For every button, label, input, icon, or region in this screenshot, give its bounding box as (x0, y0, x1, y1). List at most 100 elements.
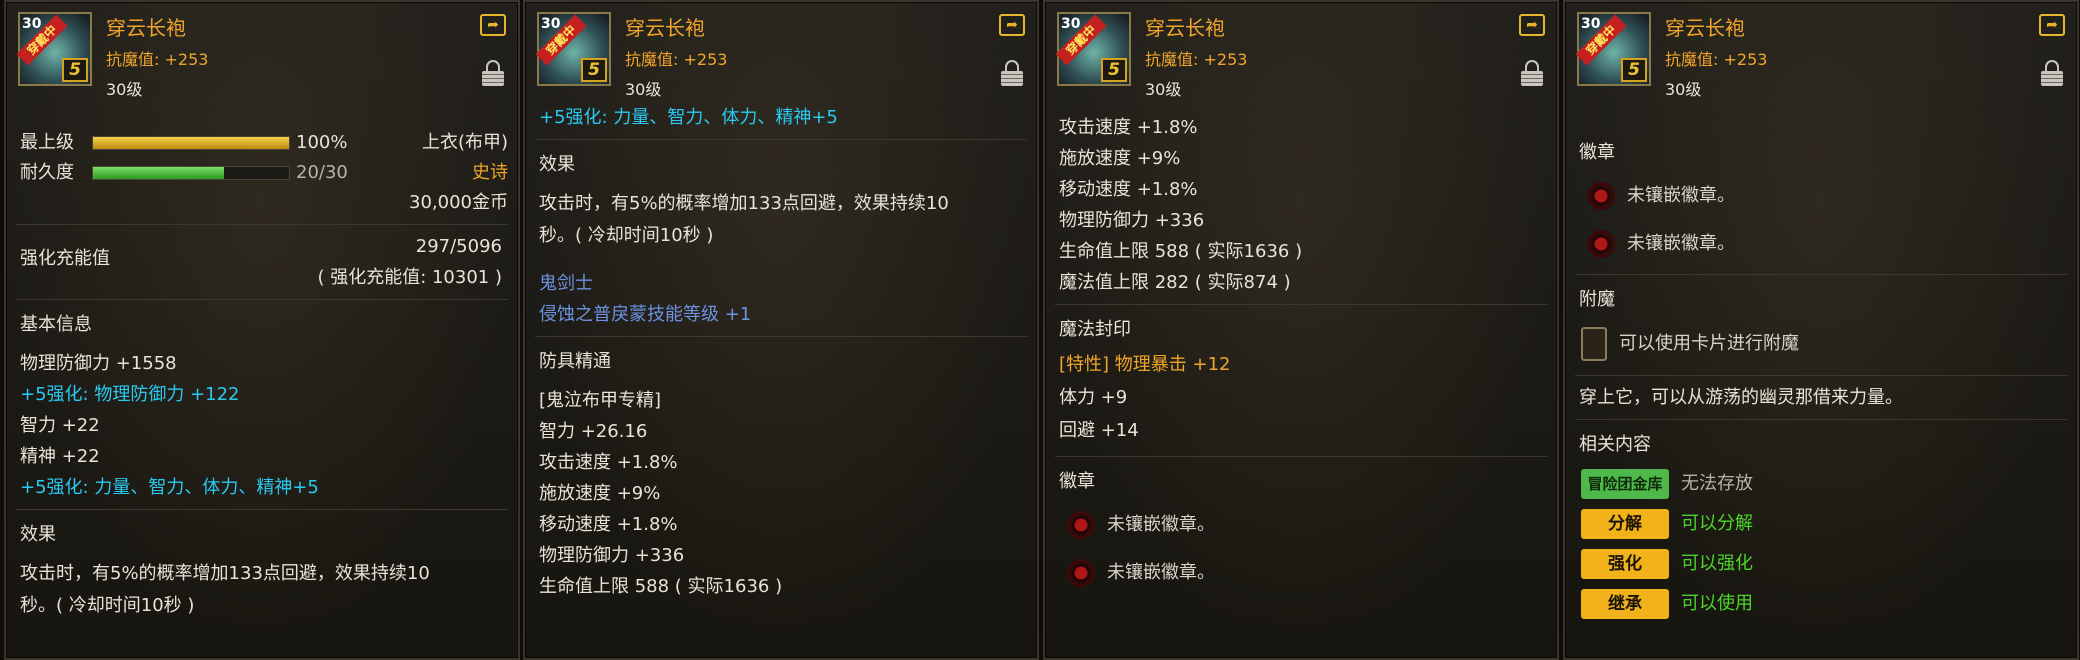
share-icon[interactable]: ➦ (999, 14, 1025, 36)
mastery-stat-line: 生命值上限 588 ( 实际1636 ) (539, 576, 783, 597)
item-icon[interactable]: 30 穿戴中 5 (1055, 12, 1131, 86)
card-slot-icon[interactable] (1581, 327, 1607, 361)
mastery-stat-line: 攻击速度 +1.8% (1059, 117, 1198, 138)
item-name: 穿云长袍 (106, 16, 186, 40)
related-status: 可以使用 (1681, 593, 1753, 614)
emblem-slot-row: 未镶嵌徽章。 (1583, 220, 2067, 268)
mastery-stat-line: 攻击速度 +1.8% (539, 452, 678, 473)
item-name: 穿云长袍 (625, 16, 705, 40)
emblem-slot-icon[interactable] (1587, 230, 1615, 258)
item-icon[interactable]: 30 穿戴中 5 (16, 12, 92, 86)
lock-icon[interactable] (1521, 60, 1543, 86)
related-row: 继承 可以使用 (1575, 584, 2067, 624)
share-icon[interactable]: ➦ (2039, 14, 2065, 36)
durability-value: 20/30 (296, 162, 348, 183)
share-icon[interactable]: ➦ (1519, 14, 1545, 36)
related-tag-button[interactable]: 继承 (1581, 589, 1669, 619)
emblem-slot-row: 未镶嵌徽章。 (1583, 172, 2067, 220)
emblem-slot-text: 未镶嵌徽章。 (1627, 185, 1735, 206)
grade-percent: 100% (296, 132, 348, 153)
mastery-stat-line: 移动速度 +1.8% (1059, 179, 1198, 200)
item-resist: 抗魔值: +253 (1665, 50, 1768, 69)
flavor-text: 穿上它，可以从游荡的幽灵那借来力量。 (1579, 387, 1903, 408)
emblem-list: 未镶嵌徽章。 未镶嵌徽章。 (1575, 172, 2067, 268)
lock-icon[interactable] (1001, 60, 1023, 86)
related-row: 分解 可以分解 (1575, 504, 2067, 544)
charge-value: 297/5096 (415, 236, 502, 257)
emblem-title: 徽章 (1059, 471, 1095, 492)
item-price: 30,000金币 (409, 192, 508, 213)
skill-bonus-line: 侵蚀之普戾蒙技能等级 +1 (539, 304, 752, 325)
armor-mastery-list: [鬼泣布甲专精] 智力 +26.16 攻击速度 +1.8% 施放速度 +9% 移动速度 … (535, 385, 1027, 602)
item-resist: 抗魔值: +253 (1145, 50, 1248, 69)
mastery-stats-list: 攻击速度 +1.8% 施放速度 +9% 移动速度 +1.8% 物理防御力 +336 生命… (1055, 112, 1547, 298)
related-tag-button[interactable]: 冒险团金库 (1581, 469, 1669, 499)
mastery-stat-line: 施放速度 +9% (1059, 148, 1181, 169)
enchant-title: 附魔 (1579, 289, 1615, 310)
effect-title: 效果 (20, 524, 56, 545)
item-tooltip-panel-4: 30 穿戴中 5 穿云长袍 抗魔值: +253 30级 ➦ 徽章 未镶嵌徽章。未… (1563, 0, 2079, 660)
durability-label: 耐久度 (20, 162, 74, 183)
armor-mastery-title: 防具精通 (539, 351, 611, 372)
grade-row: 最上级 100% 上衣(布甲) (16, 128, 508, 158)
basic-info-list: 物理防御力 +1558 +5强化: 物理防御力 +122 智力 +22 精神 +22 +… (16, 348, 508, 503)
divider (16, 224, 508, 225)
related-tag-button[interactable]: 分解 (1581, 509, 1669, 539)
price-row: 30,000金币 (16, 188, 508, 218)
effect-text: 攻击时，有5%的概率增加133点回避，效果持续10秒。( 冷却时间10秒 ) (20, 563, 430, 616)
item-tooltip-panel-2: 30 穿戴中 5 穿云长袍 抗魔值: +253 30级 ➦ +5强化: 力量、智… (523, 0, 1039, 660)
item-icon-level: 30 (541, 16, 561, 32)
related-tag-button[interactable]: 强化 (1581, 549, 1669, 579)
divider (1575, 375, 2067, 376)
emblem-slot-icon[interactable] (1587, 182, 1615, 210)
enchant-text: 可以使用卡片进行附魔 (1619, 333, 1799, 354)
divider (535, 336, 1027, 337)
emblem-slot-row: 未镶嵌徽章。 (1063, 549, 1547, 597)
mastery-stat-line: 智力 +26.16 (539, 421, 648, 442)
basic-info-title: 基本信息 (20, 314, 92, 335)
basic-stat-line: +5强化: 物理防御力 +122 (20, 384, 240, 405)
related-status: 可以强化 (1681, 553, 1753, 574)
related-status: 无法存放 (1681, 473, 1753, 494)
emblem-slot-icon[interactable] (1067, 511, 1095, 539)
lock-icon[interactable] (2041, 60, 2063, 86)
emblem-slot-text: 未镶嵌徽章。 (1107, 562, 1215, 583)
item-header: 30 穿戴中 5 穿云长袍 抗魔值: +253 30级 ➦ (1565, 2, 2077, 99)
related-row: 强化 可以强化 (1575, 544, 2067, 584)
item-level: 30级 (1665, 80, 1702, 99)
basic-stat-line: 智力 +22 (20, 415, 100, 436)
divider (1575, 419, 2067, 420)
related-list: 冒险团金库 无法存放 分解 可以分解 强化 可以强化 继承 可以使用 (1575, 464, 2067, 624)
item-header: 30 穿戴中 5 穿云长袍 抗魔值: +253 30级 ➦ (1045, 2, 1557, 99)
charge-note-row: ( 强化充能值: 10301 ) (16, 262, 508, 293)
mastery-stat-line: 物理防御力 +336 (1059, 210, 1205, 231)
magic-seal-line: [特性] 物理暴击 +12 (1059, 354, 1231, 375)
divider (16, 509, 508, 510)
emblem-list: 未镶嵌徽章。 未镶嵌徽章。 (1055, 501, 1547, 597)
mastery-stat-line: 物理防御力 +336 (539, 545, 685, 566)
basic-stat-line: 物理防御力 +1558 (20, 353, 177, 374)
magic-seal-list: [特性] 物理暴击 +12 体力 +9 回避 +14 (1055, 349, 1547, 446)
item-level: 30级 (106, 80, 143, 99)
item-icon[interactable]: 30 穿戴中 5 (1575, 12, 1651, 86)
enhance-level-badge: 5 (62, 58, 88, 82)
divider (16, 299, 508, 300)
magic-seal-title: 魔法封印 (1059, 319, 1131, 340)
charge-note: ( 强化充能值: 10301 ) (317, 267, 502, 288)
lock-icon[interactable] (482, 60, 504, 86)
item-name: 穿云长袍 (1665, 16, 1745, 40)
item-icon-level: 30 (1581, 16, 1601, 32)
divider (1055, 304, 1547, 305)
divider (535, 139, 1027, 140)
emblem-title: 徽章 (1579, 142, 1615, 163)
share-icon[interactable]: ➦ (480, 14, 506, 36)
mastery-stat-line: 魔法值上限 282 ( 实际874 ) (1059, 272, 1291, 293)
grade-label: 最上级 (20, 132, 74, 153)
emblem-slot-icon[interactable] (1067, 559, 1095, 587)
item-icon[interactable]: 30 穿戴中 5 (535, 12, 611, 86)
slot-type: 上衣(布甲) (421, 132, 508, 153)
durability-bar (92, 166, 290, 180)
grade-bar (92, 136, 290, 150)
emblem-slot-text: 未镶嵌徽章。 (1627, 233, 1735, 254)
enchant-row: 可以使用卡片进行附魔 (1575, 319, 2067, 369)
